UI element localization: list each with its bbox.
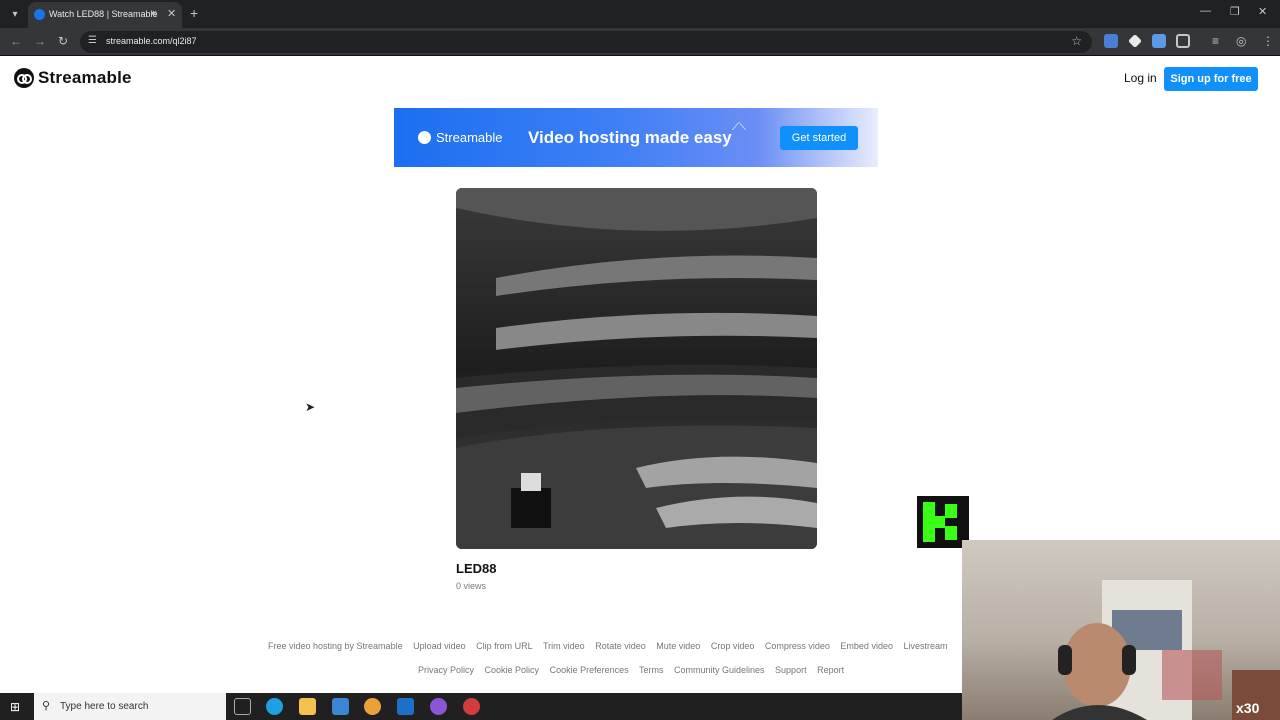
task-view-icon[interactable] [234,698,251,715]
url-text[interactable]: streamable.com/ql2i87 [106,36,197,46]
view-count: 0 views [456,581,487,591]
back-icon[interactable]: ← [10,34,22,48]
profile-icon[interactable]: ◎ [1236,34,1246,48]
diamond-extension-icon[interactable] [1128,34,1142,48]
tab-title: Watch LED88 | Streamable [49,9,158,19]
banner-brand: Streamable [436,130,503,145]
minimize-icon[interactable]: — [1200,5,1211,17]
video-player[interactable] [456,188,817,549]
bookmark-star-icon[interactable]: ☆ [1071,34,1082,48]
sparkle-icon: ⟋⟍ [732,122,746,133]
footer-link[interactable]: Mute video [656,641,700,651]
translate-extension-icon[interactable] [1104,34,1118,48]
browser-tab-bar: ▾ Watch LED88 | Streamable 🔊︎ ✕ + — ❐ ✕ [0,0,1280,28]
tab-search-icon[interactable]: ▾ [6,5,24,23]
new-tab-icon[interactable]: + [190,5,198,21]
outlook-icon[interactable] [397,698,414,715]
store-icon[interactable] [332,698,349,715]
edge-browser-icon[interactable] [266,698,283,715]
video-frame-image [456,188,817,549]
discord-icon[interactable] [430,698,447,715]
image-extension-icon[interactable] [1152,34,1166,48]
footer-link[interactable]: Trim video [543,641,585,651]
footer-links-row1: Free video hosting by Streamable Upload … [268,641,956,651]
mouse-cursor-icon: ➤ [305,400,316,414]
streamable-logo-icon [14,68,34,88]
reload-icon[interactable]: ↻ [58,34,68,48]
footer-link[interactable]: Community Guidelines [674,665,765,675]
extensions-puzzle-icon[interactable] [1176,34,1190,48]
site-info-icon[interactable]: ☰ [88,35,97,46]
footer-link[interactable]: Terms [639,665,664,675]
taskbar-search[interactable]: ⚲ Type here to search [34,693,226,720]
browser-tab[interactable]: Watch LED88 | Streamable 🔊︎ ✕ [28,2,182,28]
login-link[interactable]: Log in [1124,71,1157,85]
window-close-icon[interactable]: ✕ [1258,5,1267,18]
footer-link[interactable]: Free video hosting by Streamable [268,641,403,651]
signup-button[interactable]: Sign up for free [1164,67,1258,91]
footer-link[interactable]: Clip from URL [476,641,533,651]
get-started-button[interactable]: Get started [780,126,858,150]
brand-name: Streamable [38,68,132,87]
banner-logo-icon [418,131,431,144]
webcam-feed [962,540,1280,720]
footer-links-row2: Privacy Policy Cookie Policy Cookie Pref… [418,665,852,675]
footer-link[interactable]: Privacy Policy [418,665,474,675]
promo-banner[interactable]: Streamable Video hosting made easy ⟋⟍ Ge… [394,108,878,167]
footer-link[interactable]: Cookie Policy [485,665,540,675]
restore-icon[interactable]: ❐ [1230,5,1240,18]
windows-start-icon[interactable]: ⊞ [10,700,20,714]
address-toolbar: ← → ↻ ☰ streamable.com/ql2i87 ☆ ≡ ◎ ⋮ [0,28,1280,56]
footer-link[interactable]: Rotate video [595,641,646,651]
search-icon: ⚲ [42,700,51,712]
banner-tagline: Video hosting made easy [528,128,732,147]
omnibox[interactable]: ☰ streamable.com/ql2i87 ☆ [80,31,1092,53]
browser-menu-icon[interactable]: ⋮ [1262,34,1274,48]
footer-link[interactable]: Compress video [765,641,830,651]
footer-link[interactable]: Livestream [903,641,947,651]
media-control-icon[interactable]: ≡ [1212,34,1219,48]
windows-taskbar: ⊞ ⚲ Type here to search [0,693,962,720]
search-placeholder: Type here to search [60,701,149,712]
streamable-favicon-icon [34,9,45,20]
file-explorer-icon[interactable] [299,698,316,715]
footer-link[interactable]: Crop video [711,641,755,651]
footer-link[interactable]: Cookie Preferences [550,665,629,675]
counter-badge: x30 [1236,700,1260,716]
footer-link[interactable]: Upload video [413,641,466,651]
video-title: LED88 [456,561,497,576]
banner-logo: Streamable [418,130,502,145]
obs-icon[interactable] [463,698,480,715]
footer-link[interactable]: Report [817,665,844,675]
chrome-icon[interactable] [364,698,381,715]
speaker-icon[interactable]: 🔊︎ [151,8,157,19]
forward-icon[interactable]: → [34,34,46,48]
footer-link[interactable]: Support [775,665,807,675]
webcam-image [1052,580,1280,720]
streamable-logo[interactable]: Streamable [14,68,132,88]
footer-link[interactable]: Embed video [840,641,893,651]
tab-close-icon[interactable]: ✕ [167,7,176,20]
